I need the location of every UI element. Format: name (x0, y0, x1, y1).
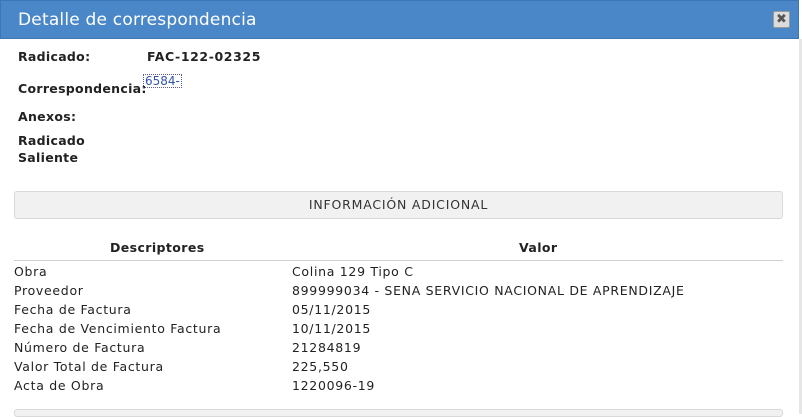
table-row: Obra Colina 129 Tipo C (0, 264, 802, 283)
radicado-value: FAC-122-02325 (147, 49, 261, 64)
table-row: Acta de Obra 1220096-19 (0, 378, 802, 397)
radicado-label: Radicado: (18, 49, 91, 64)
descriptor-cell: Obra (14, 264, 48, 279)
value-cell: 05/11/2015 (292, 302, 372, 317)
value-cell: 21284819 (292, 340, 362, 355)
table-header-descriptores: Descriptores (110, 240, 205, 255)
table-row: Fecha de Factura 05/11/2015 (0, 302, 802, 321)
descriptor-cell: Valor Total de Factura (14, 359, 164, 374)
table-row: Valor Total de Factura 225,550 (0, 359, 802, 378)
radicado-saliente-label-line1: Radicado (18, 133, 86, 148)
value-cell: Colina 129 Tipo C (292, 264, 414, 279)
table-row: Fecha de Vencimiento Factura 10/11/2015 (0, 321, 802, 340)
radicado-saliente-label-line2: Saliente (18, 150, 79, 165)
value-cell: 899999034 - SENA SERVICIO NACIONAL DE AP… (292, 283, 685, 298)
descriptor-cell: Acta de Obra (14, 378, 105, 393)
value-cell: 225,550 (292, 359, 349, 374)
correspondencia-link[interactable]: 6584- (143, 74, 182, 88)
table-row: Proveedor 899999034 - SENA SERVICIO NACI… (0, 283, 802, 302)
table-header-divider (14, 260, 783, 261)
anexos-label: Anexos: (18, 109, 77, 124)
correspondencia-label: Correspondencia: (18, 81, 147, 96)
table-header-valor: Valor (519, 240, 558, 255)
dialog-titlebar: Detalle de correspondencia ✖ (0, 0, 799, 39)
informacion-adicional-header[interactable]: INFORMACIÓN ADICIONAL (14, 191, 783, 219)
value-cell: 10/11/2015 (292, 321, 372, 336)
close-icon[interactable]: ✖ (773, 11, 790, 28)
descriptor-cell: Número de Factura (14, 340, 146, 355)
collapsed-section-bar[interactable] (14, 409, 783, 417)
descriptor-cell: Proveedor (14, 283, 84, 298)
descriptor-cell: Fecha de Factura (14, 302, 132, 317)
descriptor-cell: Fecha de Vencimiento Factura (14, 321, 222, 336)
dialog-title: Detalle de correspondencia (18, 10, 257, 30)
table-row: Número de Factura 21284819 (0, 340, 802, 359)
value-cell: 1220096-19 (292, 378, 376, 393)
